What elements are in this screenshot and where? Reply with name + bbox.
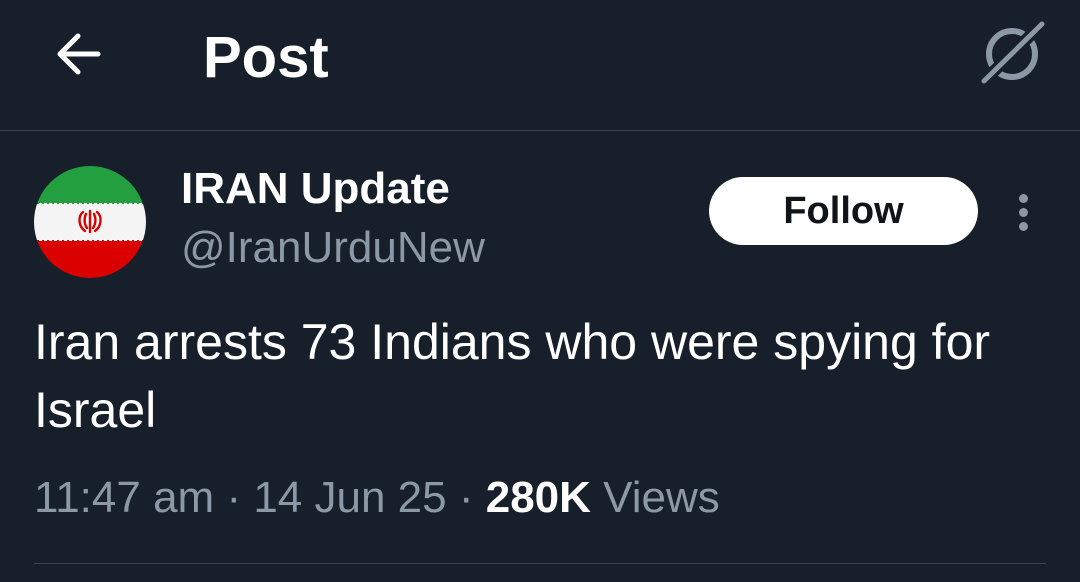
more-options-button[interactable] (1006, 190, 1042, 234)
grok-button[interactable] (974, 18, 1048, 88)
meta-separator: · (458, 473, 474, 522)
divider (34, 563, 1046, 564)
page-title: Post (203, 25, 329, 90)
vertical-dots-icon (1019, 194, 1028, 203)
tweet-meta: 11:47 am · 14 Jun 25 · 280K Views (34, 470, 720, 526)
back-button[interactable] (46, 26, 112, 82)
top-bar: Post (0, 0, 1080, 131)
meta-separator: · (226, 473, 242, 522)
user-handle[interactable]: @IranUrduNew (181, 222, 485, 274)
iran-flag-avatar-icon (34, 166, 146, 278)
vertical-dots-icon (1019, 208, 1028, 217)
tweet-time[interactable]: 11:47 am (34, 473, 214, 522)
grok-icon (978, 18, 1048, 87)
follow-button[interactable]: Follow (709, 177, 978, 245)
vertical-dots-icon (1019, 222, 1028, 231)
display-name[interactable]: IRAN Update (181, 163, 450, 215)
views-label: Views (603, 473, 720, 522)
tweet-date[interactable]: 14 Jun 25 (253, 473, 446, 522)
arrow-left-icon (57, 33, 101, 75)
views-count: 280K (485, 473, 591, 522)
avatar[interactable] (34, 166, 146, 278)
tweet-text: Iran arrests 73 Indians who were spying … (34, 314, 991, 438)
